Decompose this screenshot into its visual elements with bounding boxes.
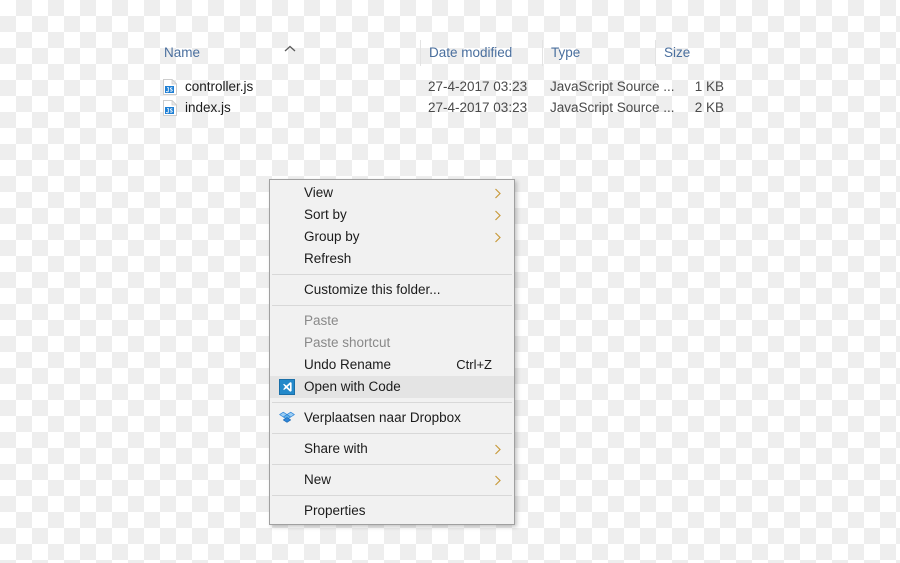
file-type: JavaScript Source ... <box>550 100 675 115</box>
file-size: 1 KB <box>694 79 724 94</box>
menu-item-view[interactable]: View <box>270 182 514 204</box>
menu-item-sort-by[interactable]: Sort by <box>270 204 514 226</box>
column-header-date-modified-label: Date modified <box>429 45 513 60</box>
menu-item-customize-this-folder-label: Customize this folder... <box>304 282 441 297</box>
column-header-size[interactable]: Size <box>655 40 739 66</box>
column-header-size-label: Size <box>664 45 691 60</box>
file-row[interactable]: controller.js 27-4-2017 03:23 JavaScript… <box>155 76 745 97</box>
file-type: JavaScript Source ... <box>550 79 675 94</box>
chevron-right-icon <box>495 232 501 243</box>
menu-item-view-label: View <box>304 185 334 200</box>
file-row[interactable]: index.js 27-4-2017 03:23 JavaScript Sour… <box>155 97 745 118</box>
menu-item-open-with-code[interactable]: Open with Code <box>270 376 514 398</box>
menu-separator <box>272 305 512 306</box>
column-header-type-label: Type <box>551 45 581 60</box>
menu-separator <box>272 433 512 434</box>
file-list: Name Date modified Type Size controller.… <box>155 40 745 120</box>
menu-item-refresh[interactable]: Refresh <box>270 248 514 270</box>
menu-item-new[interactable]: New <box>270 469 514 491</box>
menu-item-new-label: New <box>304 472 332 487</box>
menu-item-paste: Paste <box>270 310 514 332</box>
menu-item-customize-this-folder[interactable]: Customize this folder... <box>270 279 514 301</box>
chevron-right-icon <box>495 210 501 221</box>
vscode-icon <box>279 379 295 395</box>
column-header-type[interactable]: Type <box>542 40 655 66</box>
chevron-right-icon <box>495 188 501 199</box>
chevron-right-icon <box>495 475 501 486</box>
menu-item-sort-by-label: Sort by <box>304 207 347 222</box>
file-size: 2 KB <box>694 100 724 115</box>
menu-separator <box>272 274 512 275</box>
menu-item-group-by-label: Group by <box>304 229 360 244</box>
menu-item-paste-shortcut-label: Paste shortcut <box>304 335 391 350</box>
file-name: controller.js <box>185 79 254 94</box>
menu-item-properties[interactable]: Properties <box>270 500 514 522</box>
column-header-name[interactable]: Name <box>155 40 420 66</box>
chevron-right-icon <box>495 444 501 455</box>
menu-item-undo-rename-shortcut: Ctrl+Z <box>456 357 492 372</box>
menu-item-group-by[interactable]: Group by <box>270 226 514 248</box>
menu-item-undo-rename-label: Undo Rename <box>304 357 392 372</box>
menu-item-move-to-dropbox-label: Verplaatsen naar Dropbox <box>304 410 461 425</box>
menu-item-refresh-label: Refresh <box>304 251 352 266</box>
dropbox-icon <box>279 411 295 423</box>
column-header-date-modified[interactable]: Date modified <box>420 40 542 66</box>
column-header-name-label: Name <box>164 45 201 60</box>
column-header-row: Name Date modified Type Size <box>155 40 745 66</box>
menu-item-undo-rename[interactable]: Undo Rename Ctrl+Z <box>270 354 514 376</box>
menu-item-paste-shortcut: Paste shortcut <box>270 332 514 354</box>
sort-ascending-icon <box>284 45 296 52</box>
file-date-modified: 27-4-2017 03:23 <box>428 79 528 94</box>
menu-item-paste-label: Paste <box>304 313 339 328</box>
menu-item-share-with[interactable]: Share with <box>270 438 514 460</box>
menu-item-properties-label: Properties <box>304 503 366 518</box>
menu-separator <box>272 495 512 496</box>
menu-item-share-with-label: Share with <box>304 441 368 456</box>
file-date-modified: 27-4-2017 03:23 <box>428 100 528 115</box>
menu-separator <box>272 464 512 465</box>
menu-separator <box>272 402 512 403</box>
menu-item-move-to-dropbox[interactable]: Verplaatsen naar Dropbox <box>270 407 514 429</box>
file-name: index.js <box>185 100 231 115</box>
menu-item-open-with-code-label: Open with Code <box>304 379 401 394</box>
context-menu: View Sort by Group by Refresh Customize … <box>269 179 515 525</box>
